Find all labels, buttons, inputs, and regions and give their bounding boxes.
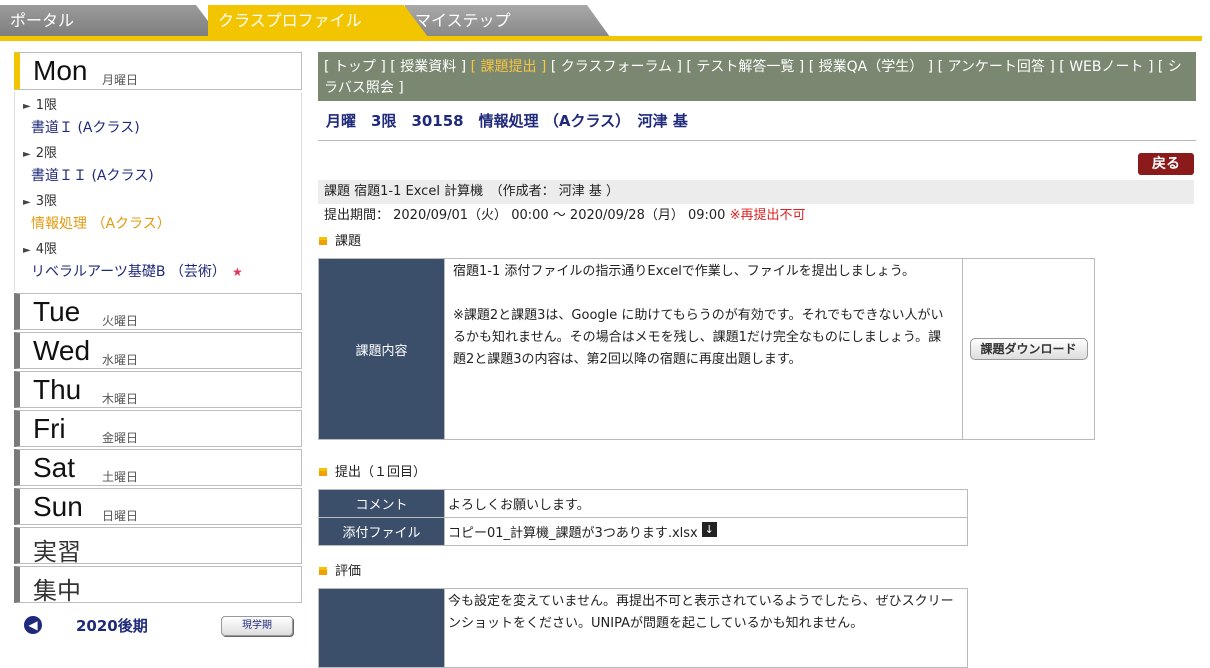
course-link-4[interactable]: リベラルアーツ基礎B （芸術） ★: [15, 261, 301, 287]
nav-top[interactable]: [ トップ ]: [324, 59, 386, 75]
term-selector: ◀ 2020後期 現学期: [14, 613, 302, 643]
class-nav-bar: [ トップ ] [ 授業資料 ] [ 課題提出 ] [ クラスフォーラム ] […: [318, 52, 1196, 101]
submission-period: 提出期間： 2020/09/01（火） 00:00 ～ 2020/09/28（月…: [324, 208, 806, 223]
day-label: Thu: [33, 374, 82, 405]
section-marker-icon: [319, 567, 327, 575]
section-marker-icon: [319, 237, 327, 245]
period-2: ► 2限: [23, 146, 57, 161]
period-3: ► 3限: [23, 194, 57, 209]
day-label-jp: 月曜日: [102, 73, 139, 87]
category-label: 実習: [33, 539, 81, 566]
day-label: Sat: [33, 452, 76, 483]
tab-underline: [0, 36, 1202, 41]
day-label-jp: 水曜日: [102, 353, 139, 367]
section-evaluation-heading: 評価: [318, 562, 361, 582]
assignment-title: 課題 宿題1-1 Excel 計算機 （作成者： 河津 基 ）: [318, 180, 1194, 204]
divider: [318, 140, 1196, 141]
triangle-icon: ►: [23, 245, 31, 256]
section-submission-heading: 提出（１回目）: [318, 463, 426, 483]
category-practicum[interactable]: 実習: [14, 527, 302, 566]
course-link-1[interactable]: 書道Ｉ (Aクラス): [15, 117, 301, 143]
submission-table: コメント よろしくお願いします。 添付ファイル コピー01_計算機_課題が3つあ…: [318, 489, 968, 546]
category-intensive[interactable]: 集中: [14, 566, 302, 605]
download-cell: 課題ダウンロード: [962, 258, 1095, 440]
file-label: 添付ファイル: [318, 517, 445, 546]
day-label-jp: 火曜日: [102, 314, 139, 328]
section-marker-icon: [319, 468, 327, 476]
comment-value: よろしくお願いします。: [444, 489, 968, 518]
comment-label: コメント: [318, 489, 445, 518]
current-term-button[interactable]: 現学期: [221, 616, 293, 636]
evaluation-table: 今も設定を変えていません。再提出不可と表示されているようでしたら、ぜひスクリーン…: [318, 588, 968, 668]
course-link-2[interactable]: 書道ＩＩ (Aクラス): [15, 165, 301, 191]
day-label-jp: 日曜日: [102, 509, 139, 523]
day-friday[interactable]: Fri 金曜日: [14, 410, 302, 447]
triangle-icon: ►: [23, 197, 31, 208]
day-sunday[interactable]: Sun 日曜日: [14, 488, 302, 525]
tab-portal[interactable]: ポータル: [0, 5, 220, 37]
day-label: Tue: [33, 296, 81, 327]
day-label: Mon: [33, 55, 88, 86]
triangle-icon: ►: [23, 149, 31, 160]
day-thursday[interactable]: Thu 木曜日: [14, 371, 302, 408]
day-label: Fri: [33, 413, 66, 444]
category-label: 集中: [33, 578, 81, 605]
task-download-button[interactable]: 課題ダウンロード: [969, 338, 1088, 360]
period-4: ► 4限: [23, 242, 57, 257]
nav-webnote[interactable]: [ WEBノート ]: [1059, 59, 1153, 75]
triangle-icon: ►: [23, 101, 31, 112]
day-wednesday[interactable]: Wed 水曜日: [14, 332, 302, 369]
day-label-jp: 金曜日: [102, 431, 139, 445]
day-label-jp: 木曜日: [102, 392, 139, 406]
task-content: 宿題1-1 添付ファイルの指示通りExcelで作業し、ファイルを提出しましょう。…: [444, 258, 963, 440]
nav-survey[interactable]: [ アンケート回答 ]: [938, 59, 1055, 75]
top-tab-bar: ポータル マイステップ クラスプロファイル: [0, 0, 1210, 42]
file-link[interactable]: コピー01_計算機_課題が3つあります.xlsx: [448, 526, 698, 541]
task-label: 課題内容: [318, 258, 445, 440]
evaluation-content: 今も設定を変えていません。再提出不可と表示されているようでしたら、ぜひスクリーン…: [444, 588, 968, 668]
course-title: 月曜 3限 30158 情報処理 （Aクラス） 河津 基: [326, 112, 688, 130]
monday-course-list: ► 1限 書道Ｉ (Aクラス) ► 2限 書道ＩＩ (Aクラス) ► 3限 情報処理 …: [14, 92, 302, 291]
term-label: 2020後期: [76, 617, 148, 635]
file-cell: コピー01_計算機_課題が3つあります.xlsx ↓: [444, 517, 968, 546]
day-tuesday[interactable]: Tue 火曜日: [14, 293, 302, 330]
nav-submission[interactable]: [ 課題提出 ]: [471, 59, 547, 75]
section-task-heading: 課題: [318, 232, 361, 252]
nav-forum[interactable]: [ クラスフォーラム ]: [551, 59, 682, 75]
tab-class-profile[interactable]: クラスプロファイル: [208, 5, 428, 37]
day-label: Wed: [33, 335, 91, 366]
course-link-3-current[interactable]: 情報処理 （Aクラス）: [15, 213, 301, 239]
resubmit-warning: ※再提出不可: [729, 208, 806, 223]
day-label-jp: 土曜日: [102, 470, 139, 484]
back-button[interactable]: 戻る: [1138, 153, 1194, 175]
nav-test-answers[interactable]: [ テスト解答一覧 ]: [686, 59, 804, 75]
nav-materials[interactable]: [ 授業資料 ]: [390, 59, 466, 75]
download-icon[interactable]: ↓: [701, 522, 717, 537]
back-arrow-icon[interactable]: ◀: [24, 616, 42, 634]
period-1: ► 1限: [23, 98, 57, 113]
sidebar: Mon 月曜日 ► 1限 書道Ｉ (Aクラス) ► 2限 書道ＩＩ (Aクラス) ►…: [14, 52, 302, 643]
nav-qa[interactable]: [ 授業QA（学生） ]: [809, 59, 933, 75]
main-content: [ トップ ] [ 授業資料 ] [ 課題提出 ] [ クラスフォーラム ] […: [318, 52, 1196, 668]
tab-my-step[interactable]: マイステップ: [405, 5, 610, 37]
day-label: Sun: [33, 491, 83, 522]
task-table: 課題内容 宿題1-1 添付ファイルの指示通りExcelで作業し、ファイルを提出し…: [318, 258, 1095, 440]
day-saturday[interactable]: Sat 土曜日: [14, 449, 302, 486]
star-icon: ★: [231, 265, 243, 279]
day-monday[interactable]: Mon 月曜日: [14, 52, 302, 90]
evaluation-label: [318, 588, 445, 668]
